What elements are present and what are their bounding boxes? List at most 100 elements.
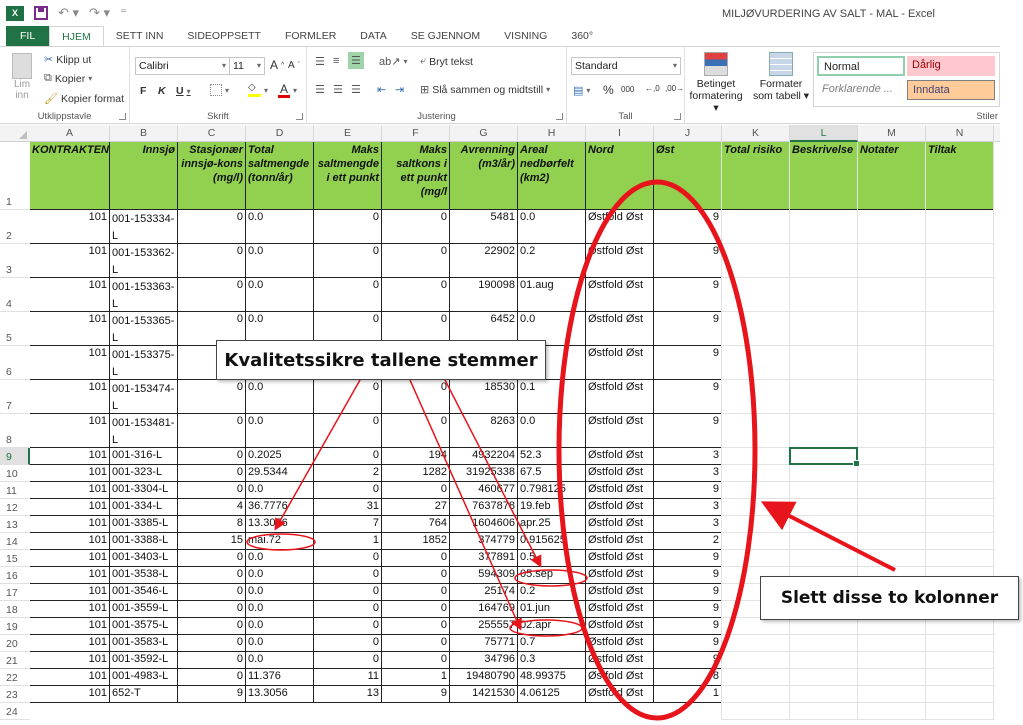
percent-button[interactable]: % [603,83,614,97]
cell-c9[interactable]: 0 [178,448,246,465]
cell-a22[interactable]: 101 [30,669,110,686]
cell-h16[interactable]: 05.sep [518,567,586,584]
cell-b10[interactable]: 001-323-L [110,465,178,482]
cell-j15[interactable]: 9 [654,550,722,567]
thousands-button[interactable]: 000 [621,85,634,94]
cell-g14[interactable]: 374779 [450,533,518,550]
number-format-select[interactable]: Standard ▾ [571,57,681,75]
decrease-decimal-button[interactable]: ,00→ [665,84,684,93]
row-header-21[interactable]: 21 [0,652,30,669]
cell-e13[interactable]: 7 [314,516,382,533]
align-left-button[interactable]: ☰ [315,83,325,96]
cell-b17[interactable]: 001-3546-L [110,584,178,601]
cell-g13[interactable]: 1604606 [450,516,518,533]
merge-center-button[interactable]: ⊞ Slå sammen og midtstill ▾ [420,83,550,97]
grow-font-button[interactable]: A ^ [270,58,284,72]
cell-h7[interactable]: 0.1 [518,380,586,414]
cell-j14[interactable]: 2 [654,533,722,550]
cell-g19[interactable]: 255557 [450,618,518,635]
header-cell-m[interactable]: Notater [858,142,926,210]
orientation-button[interactable]: ab↗ ▾ [379,55,407,68]
cell-g12[interactable]: 7637878 [450,499,518,516]
cell-a11[interactable]: 101 [30,482,110,499]
undo-icon[interactable]: ↶ ▾ [58,5,79,21]
cell-f9[interactable]: 194 [382,448,450,465]
cell-i2[interactable]: Østfold Øst [586,210,654,244]
cell-b16[interactable]: 001-3538-L [110,567,178,584]
cell-a2[interactable]: 101 [30,210,110,244]
cell-f14[interactable]: 1852 [382,533,450,550]
cell-a15[interactable]: 101 [30,550,110,567]
cell-c13[interactable]: 8 [178,516,246,533]
cell-f18[interactable]: 0 [382,601,450,618]
cell-j2[interactable]: 9 [654,210,722,244]
font-name-select[interactable]: Calibri ▾ [135,57,230,75]
cell-b2[interactable]: 001-153334-L [110,210,178,244]
cell-a23[interactable]: 101 [30,686,110,703]
format-painter-button[interactable]: 🖌 Kopier format [44,92,124,106]
cell-d19[interactable]: 0.0 [246,618,314,635]
cell-i20[interactable]: Østfold Øst [586,635,654,652]
cell-e15[interactable]: 0 [314,550,382,567]
cell-j23[interactable]: 1 [654,686,722,703]
fill-color-button[interactable]: ◇ ▾ [248,83,268,97]
tab-sett-inn[interactable]: SETT INN [104,26,176,47]
underline-button[interactable]: U ▾ [176,85,191,97]
tab-hjem[interactable]: HJEM [49,26,104,47]
row-header-14[interactable]: 14 [0,533,30,550]
cell-f17[interactable]: 0 [382,584,450,601]
cell-a17[interactable]: 101 [30,584,110,601]
cell-d22[interactable]: 11.376 [246,669,314,686]
style-explanatory[interactable]: Forklarende ... [817,80,905,100]
cell-j16[interactable]: 9 [654,567,722,584]
cell-f4[interactable]: 0 [382,278,450,312]
cell-f13[interactable]: 764 [382,516,450,533]
cell-g18[interactable]: 164769 [450,601,518,618]
cell-d10[interactable]: 29.5344 [246,465,314,482]
cell-d7[interactable]: 0.0 [246,380,314,414]
header-cell-l[interactable]: Beskrivelse [790,142,858,210]
row-header-6[interactable]: 6 [0,346,30,380]
cell-j8[interactable]: 9 [654,414,722,448]
clipboard-launcher-icon[interactable] [119,113,126,120]
cell-j11[interactable]: 9 [654,482,722,499]
cell-b13[interactable]: 001-3385-L [110,516,178,533]
row-header-19[interactable]: 19 [0,618,30,635]
cell-b23[interactable]: 652-T [110,686,178,703]
align-center-button[interactable]: ☰ [333,83,343,96]
cell-a10[interactable]: 101 [30,465,110,482]
cell-h11[interactable]: 0.798125 [518,482,586,499]
tab-sideoppsett[interactable]: SIDEOPPSETT [175,26,273,47]
cell-h18[interactable]: 01.jun [518,601,586,618]
cell-a18[interactable]: 101 [30,601,110,618]
cell-j21[interactable]: 9 [654,652,722,669]
row-header-4[interactable]: 4 [0,278,30,312]
cell-b21[interactable]: 001-3592-L [110,652,178,669]
row-header-5[interactable]: 5 [0,312,30,346]
row-header-9[interactable]: 9 [0,448,30,465]
cell-h19[interactable]: 02.apr [518,618,586,635]
cell-d9[interactable]: 0.2025 [246,448,314,465]
cell-j13[interactable]: 3 [654,516,722,533]
increase-indent-button[interactable]: ⇥ [395,83,404,96]
cell-e20[interactable]: 0 [314,635,382,652]
cell-c17[interactable]: 0 [178,584,246,601]
cell-h4[interactable]: 01.aug [518,278,586,312]
cell-c2[interactable]: 0 [178,210,246,244]
cell-e7[interactable]: 0 [314,380,382,414]
header-cell-j[interactable]: Øst [654,142,722,210]
copy-button[interactable]: ⧉ Kopier ▾ [44,72,92,85]
column-header-f[interactable]: F [382,125,450,142]
cell-d17[interactable]: 0.0 [246,584,314,601]
cell-i17[interactable]: Østfold Øst [586,584,654,601]
row-header-18[interactable]: 18 [0,601,30,618]
cell-i15[interactable]: Østfold Øst [586,550,654,567]
row-header-12[interactable]: 12 [0,499,30,516]
cell-e11[interactable]: 0 [314,482,382,499]
cell-a8[interactable]: 101 [30,414,110,448]
cell-g7[interactable]: 18530 [450,380,518,414]
row-header-17[interactable]: 17 [0,584,30,601]
cell-f3[interactable]: 0 [382,244,450,278]
cell-c21[interactable]: 0 [178,652,246,669]
row-header-23[interactable]: 23 [0,686,30,703]
